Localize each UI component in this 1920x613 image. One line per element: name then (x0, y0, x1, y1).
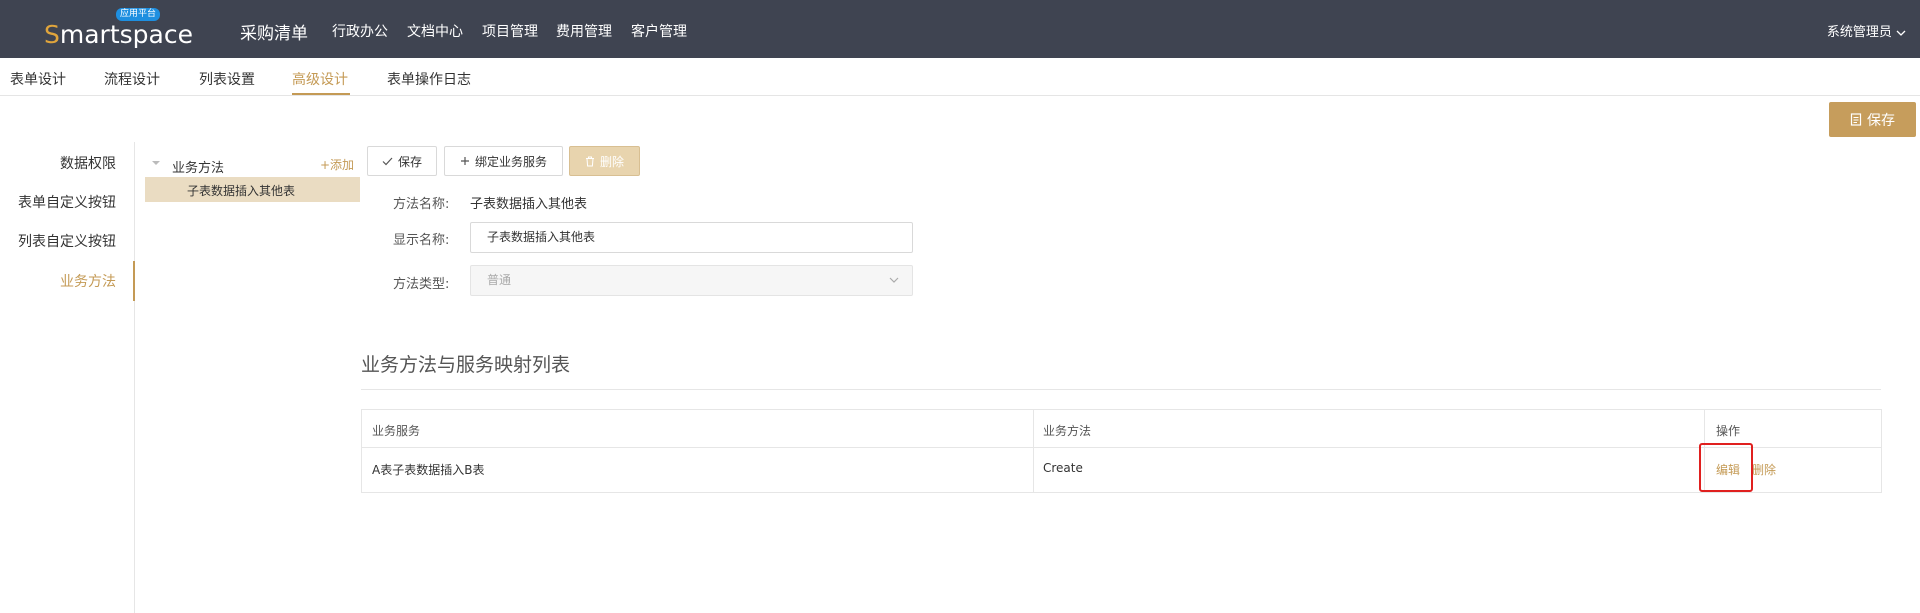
menu-active-indicator (133, 261, 135, 301)
user-name: 系统管理员 (1826, 25, 1892, 40)
plus-icon (460, 157, 469, 165)
bind-service-button[interactable]: 绑定业务服务 (444, 146, 563, 176)
tab-advanced-design[interactable]: 高级设计 (292, 69, 348, 89)
tab-bar: 表单设计 流程设计 列表设置 高级设计 表单操作日志 (0, 58, 1920, 96)
nav-item-expenses[interactable]: 费用管理 (556, 21, 612, 41)
chevron-down-icon (889, 277, 899, 283)
menu-item-form-custom-buttons[interactable]: 表单自定义按钮 (18, 192, 116, 212)
tree-node-selected[interactable]: 子表数据插入其他表 (145, 177, 360, 202)
method-type-value: 普通 (487, 273, 512, 287)
top-save-button[interactable]: 保存 (1829, 102, 1916, 137)
chevron-down-icon (1896, 30, 1906, 36)
tree-node-label: 子表数据插入其他表 (187, 184, 296, 198)
app-title[interactable]: 采购清单 (240, 19, 308, 44)
row-delete-link[interactable]: 删除 (1752, 461, 1776, 478)
tab-list-settings[interactable]: 列表设置 (199, 69, 255, 89)
tree-root-business-methods[interactable]: 业务方法 (172, 157, 224, 176)
column-divider (1033, 410, 1034, 492)
tab-form-log[interactable]: 表单操作日志 (387, 69, 471, 89)
tab-flow-design[interactable]: 流程设计 (104, 69, 160, 89)
header-business-method: 业务方法 (1043, 424, 1092, 438)
header-business-service: 业务服务 (372, 424, 421, 438)
mapping-table: 业务服务 业务方法 操作 A表子表数据插入B表 Create 编辑 删除 (361, 409, 1882, 493)
tab-form-design[interactable]: 表单设计 (10, 69, 66, 89)
menu-item-list-custom-buttons[interactable]: 列表自定义按钮 (18, 231, 116, 251)
method-name-value: 子表数据插入其他表 (470, 197, 588, 212)
tree-add-link[interactable]: +添加 (320, 156, 354, 173)
check-icon (382, 157, 393, 165)
smartspace-logo[interactable]: Smartspace 应用平台 (44, 6, 193, 52)
edit-highlight-box (1699, 443, 1753, 492)
nav-item-docs[interactable]: 文档中心 (407, 21, 463, 41)
display-name-input[interactable]: 子表数据插入其他表 (470, 222, 913, 253)
method-name-label: 方法名称: (393, 197, 450, 212)
active-tab-indicator (292, 93, 350, 95)
logo-badge: 应用平台 (116, 8, 161, 21)
method-type-select[interactable]: 普通 (470, 265, 913, 296)
method-type-label: 方法类型: (393, 277, 450, 292)
display-name-label: 显示名称: (393, 233, 450, 248)
user-menu[interactable]: 系统管理员 (1827, 21, 1906, 40)
row-method-cell: Create (1043, 461, 1083, 475)
left-menu: 数据权限 表单自定义按钮 列表自定义按钮 业务方法 (0, 142, 135, 613)
table-header-row (362, 410, 1881, 448)
trash-icon (585, 156, 594, 166)
menu-item-business-methods[interactable]: 业务方法 (60, 271, 116, 291)
caret-down-icon[interactable] (151, 158, 161, 168)
nav-item-customers[interactable]: 客户管理 (631, 21, 687, 41)
save-method-button[interactable]: 保存 (367, 146, 437, 176)
header-operations: 操作 (1716, 424, 1741, 438)
nav-item-projects[interactable]: 项目管理 (482, 21, 538, 41)
top-navigation-bar: Smartspace 应用平台 采购清单 行政办公 文档中心 项目管理 费用管理… (0, 0, 1920, 58)
mapping-section-title: 业务方法与服务映射列表 (361, 354, 571, 376)
menu-item-data-permission[interactable]: 数据权限 (60, 153, 116, 173)
nav-item-admin[interactable]: 行政办公 (332, 21, 388, 41)
row-service-cell: A表子表数据插入B表 (372, 463, 485, 477)
section-divider (361, 389, 1881, 390)
document-icon (1850, 113, 1862, 126)
delete-method-button[interactable]: 删除 (569, 146, 640, 176)
